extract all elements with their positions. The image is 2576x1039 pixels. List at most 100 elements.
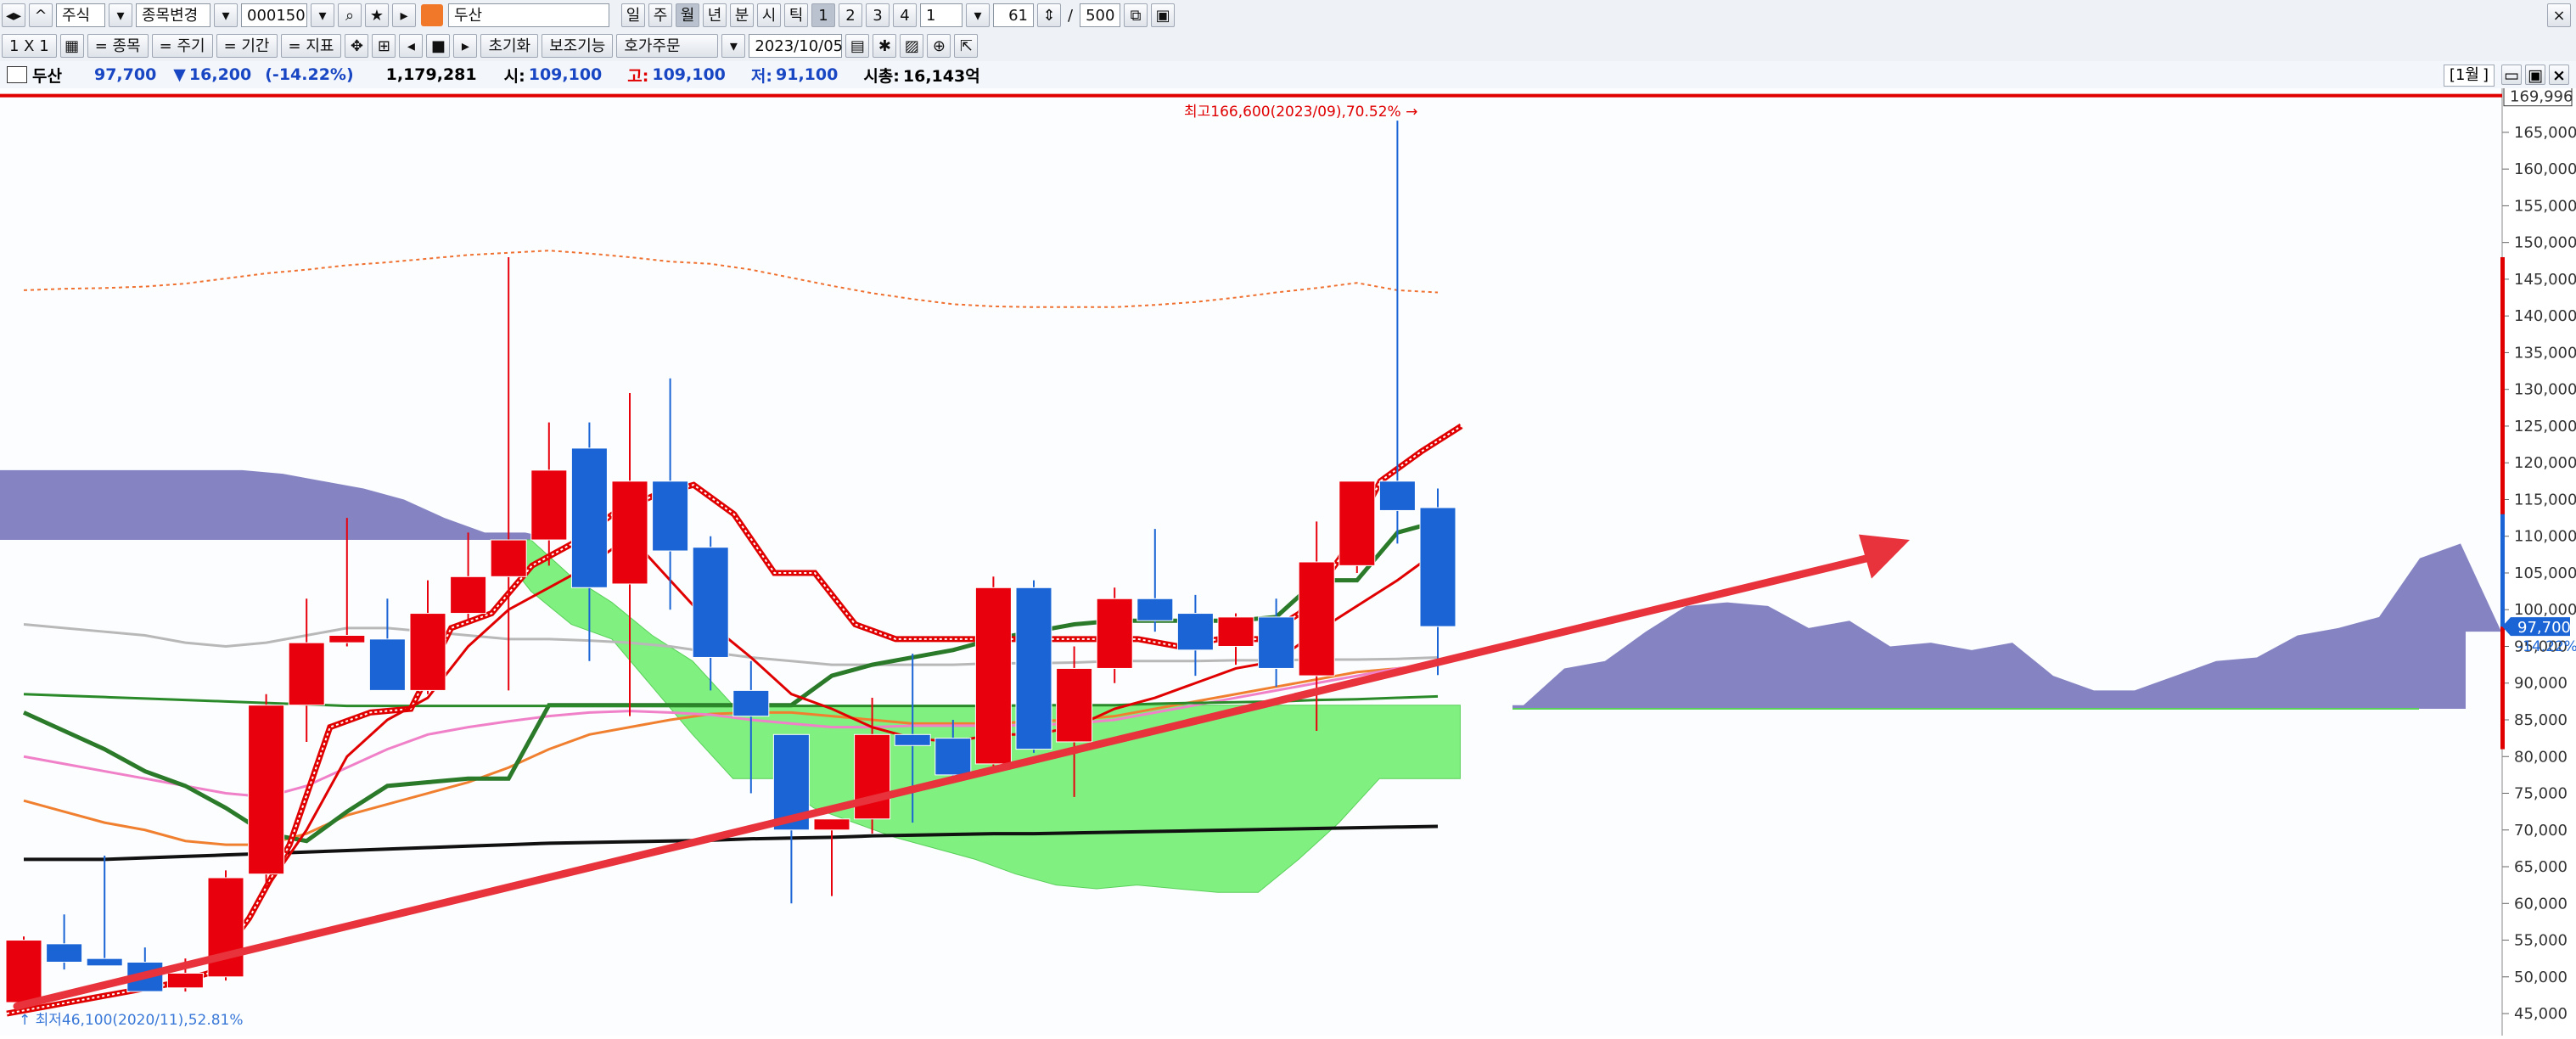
aux-button[interactable]: 보조기능 <box>542 34 614 58</box>
move-icon[interactable]: ✥ <box>345 34 369 58</box>
popout-icon[interactable]: ⇱ <box>954 34 979 58</box>
multiplier-4-label: 4 <box>900 7 910 25</box>
y-tick-label: 75,000 <box>2514 785 2568 803</box>
candle-body <box>166 972 204 989</box>
period-year-label: 년 <box>707 7 722 25</box>
period-year-button[interactable]: 년 <box>703 3 727 27</box>
image-icon[interactable]: ▨ <box>900 34 924 58</box>
period-day-button[interactable]: 일 <box>621 3 645 27</box>
unit-input[interactable]: 1 <box>920 3 962 27</box>
info-mcap: 16,143억 <box>902 66 980 86</box>
collapse-icon[interactable]: ^ <box>29 3 53 27</box>
layout-button[interactable]: 1 X 1 <box>2 34 57 58</box>
search-icon[interactable]: ⌕ <box>338 3 362 27</box>
y-axis-background <box>2502 88 2576 1036</box>
main-toolbar: ◂▸ ^ 주식 ▾ 종목변경 ▾ 000150 ▾ ⌕ ★ ▸ 두산 일 주 월… <box>0 0 2576 31</box>
period-week-button[interactable]: 주 <box>648 3 672 27</box>
next-stock-icon[interactable]: ▸ <box>392 3 416 27</box>
range-bar-red <box>2500 256 2505 750</box>
count-input[interactable]: 61 <box>993 3 1034 27</box>
settings-icon[interactable]: ✱ <box>873 34 897 58</box>
window-menu-icon[interactable]: ◂▸ <box>2 3 25 27</box>
count-stepper-icon[interactable]: ⇕ <box>1037 3 1061 27</box>
period-minute-button[interactable]: 분 <box>730 3 754 27</box>
stock-code-input[interactable]: 000150 <box>241 3 307 27</box>
cycle-button[interactable]: = 주기 <box>151 34 213 58</box>
multiplier-4-button[interactable]: 4 <box>893 3 917 27</box>
new-window-icon[interactable]: ⧉ <box>1124 3 1148 27</box>
maximize-icon[interactable]: ▣ <box>2525 65 2545 85</box>
reset-label: 초기화 <box>488 37 531 55</box>
calendar-icon[interactable]: ▤ <box>845 34 870 58</box>
period-day-label: 일 <box>626 7 641 25</box>
plot-background <box>0 88 2502 1036</box>
candle-body <box>409 613 446 691</box>
change-stock-dropdown-icon[interactable]: ▾ <box>214 3 238 27</box>
info-price: 97,700 <box>93 65 157 84</box>
candlestick-chart[interactable]: 45,000 50,000 55,000 60,000 65,000 70,000 75,0… <box>0 85 2576 1036</box>
minimize-icon[interactable]: ▭ <box>2501 65 2522 85</box>
range-bar-blue <box>2500 514 2505 627</box>
change-stock-select[interactable]: 종목변경 <box>136 3 210 27</box>
y-tick-label: 135,000 <box>2514 344 2576 362</box>
current-price-tag: 97,700 <box>2517 619 2571 637</box>
total-input[interactable]: 500 <box>1080 3 1121 27</box>
indicator-label: 지표 <box>306 37 334 55</box>
period-month-label: 월 <box>680 7 695 25</box>
chart-close-icon[interactable]: × <box>2549 65 2569 85</box>
zoom-icon[interactable]: ⊕ <box>927 34 951 58</box>
period-button[interactable]: = 기간 <box>216 34 278 58</box>
y-tick-label: 150,000 <box>2514 234 2576 252</box>
unit-dropdown-icon[interactable]: ▾ <box>966 3 990 27</box>
candle-body <box>1217 616 1254 647</box>
aux-label: 보조기능 <box>549 37 606 55</box>
change-stock-label: 종목변경 <box>142 7 199 25</box>
stock-name-value: 두산 <box>454 7 483 25</box>
market-value: 주식 <box>62 7 91 25</box>
multiplier-1-button[interactable]: 1 <box>811 3 835 27</box>
period-month-button[interactable]: 월 <box>676 3 699 27</box>
grid-icon[interactable]: ▦ <box>59 34 84 58</box>
favorite-star-icon[interactable]: ★ <box>365 3 389 27</box>
candle-body <box>1419 507 1456 627</box>
hoga-dropdown-icon[interactable]: ▾ <box>721 34 746 58</box>
hoga-order-button[interactable]: 호가주문 <box>616 34 719 58</box>
candle-body <box>1015 587 1052 750</box>
item-button[interactable]: = 종목 <box>87 34 149 58</box>
close-icon[interactable]: × <box>2547 3 2571 27</box>
date-input[interactable]: 2023/10/05 <box>749 34 843 58</box>
candle-body <box>1378 480 1416 511</box>
stock-name-field[interactable]: 두산 <box>448 3 609 27</box>
stock-info-bar: 두산 97,700 ▼ 16,200 (-14.22%) 1,179,281 시… <box>0 61 2576 89</box>
y-tick-label: 60,000 <box>2514 895 2568 913</box>
candle-body <box>248 705 285 875</box>
y-tick-label: 125,000 <box>2514 418 2576 435</box>
cycle-label: 주기 <box>177 37 205 55</box>
info-down-arrow: ▼ <box>173 65 186 84</box>
chart-toolbar: 1 X 1 ▦ = 종목 = 주기 = 기간 = 지표 ✥ ⊞ ◂ ■ ▸ 초기… <box>0 31 2576 62</box>
market-dropdown-icon[interactable]: ▾ <box>109 3 132 27</box>
period-hour-button[interactable]: 시 <box>757 3 781 27</box>
y-tick-label: 45,000 <box>2514 1005 2568 1023</box>
reset-button[interactable]: 초기화 <box>480 34 539 58</box>
market-select[interactable]: 주식 <box>56 3 105 27</box>
multiplier-3-button[interactable]: 3 <box>866 3 890 27</box>
code-dropdown-icon[interactable]: ▾ <box>311 3 334 27</box>
candle-body <box>1339 480 1376 566</box>
next-icon[interactable]: ▸ <box>453 34 478 58</box>
period-tick-button[interactable]: 틱 <box>784 3 808 27</box>
multiplier-2-button[interactable]: 2 <box>839 3 862 27</box>
multi-icon[interactable]: ⊞ <box>372 34 396 58</box>
info-low: 91,100 <box>776 65 839 84</box>
y-tick-label: 160,000 <box>2514 160 2576 178</box>
candle-body <box>1298 561 1335 677</box>
current-pct-tag: -14.22% <box>2517 638 2576 655</box>
y-tick-label: 110,000 <box>2514 528 2576 546</box>
chart-area[interactable]: 45,000 50,000 55,000 60,000 65,000 70,000 75,0… <box>0 85 2576 1036</box>
prev-icon[interactable]: ◂ <box>399 34 424 58</box>
candle-body <box>1056 667 1093 743</box>
save-icon[interactable]: ▣ <box>1151 3 1176 27</box>
stop-icon[interactable]: ■ <box>426 34 451 58</box>
select-checkbox[interactable] <box>7 66 27 83</box>
indicator-button[interactable]: = 지표 <box>280 34 342 58</box>
